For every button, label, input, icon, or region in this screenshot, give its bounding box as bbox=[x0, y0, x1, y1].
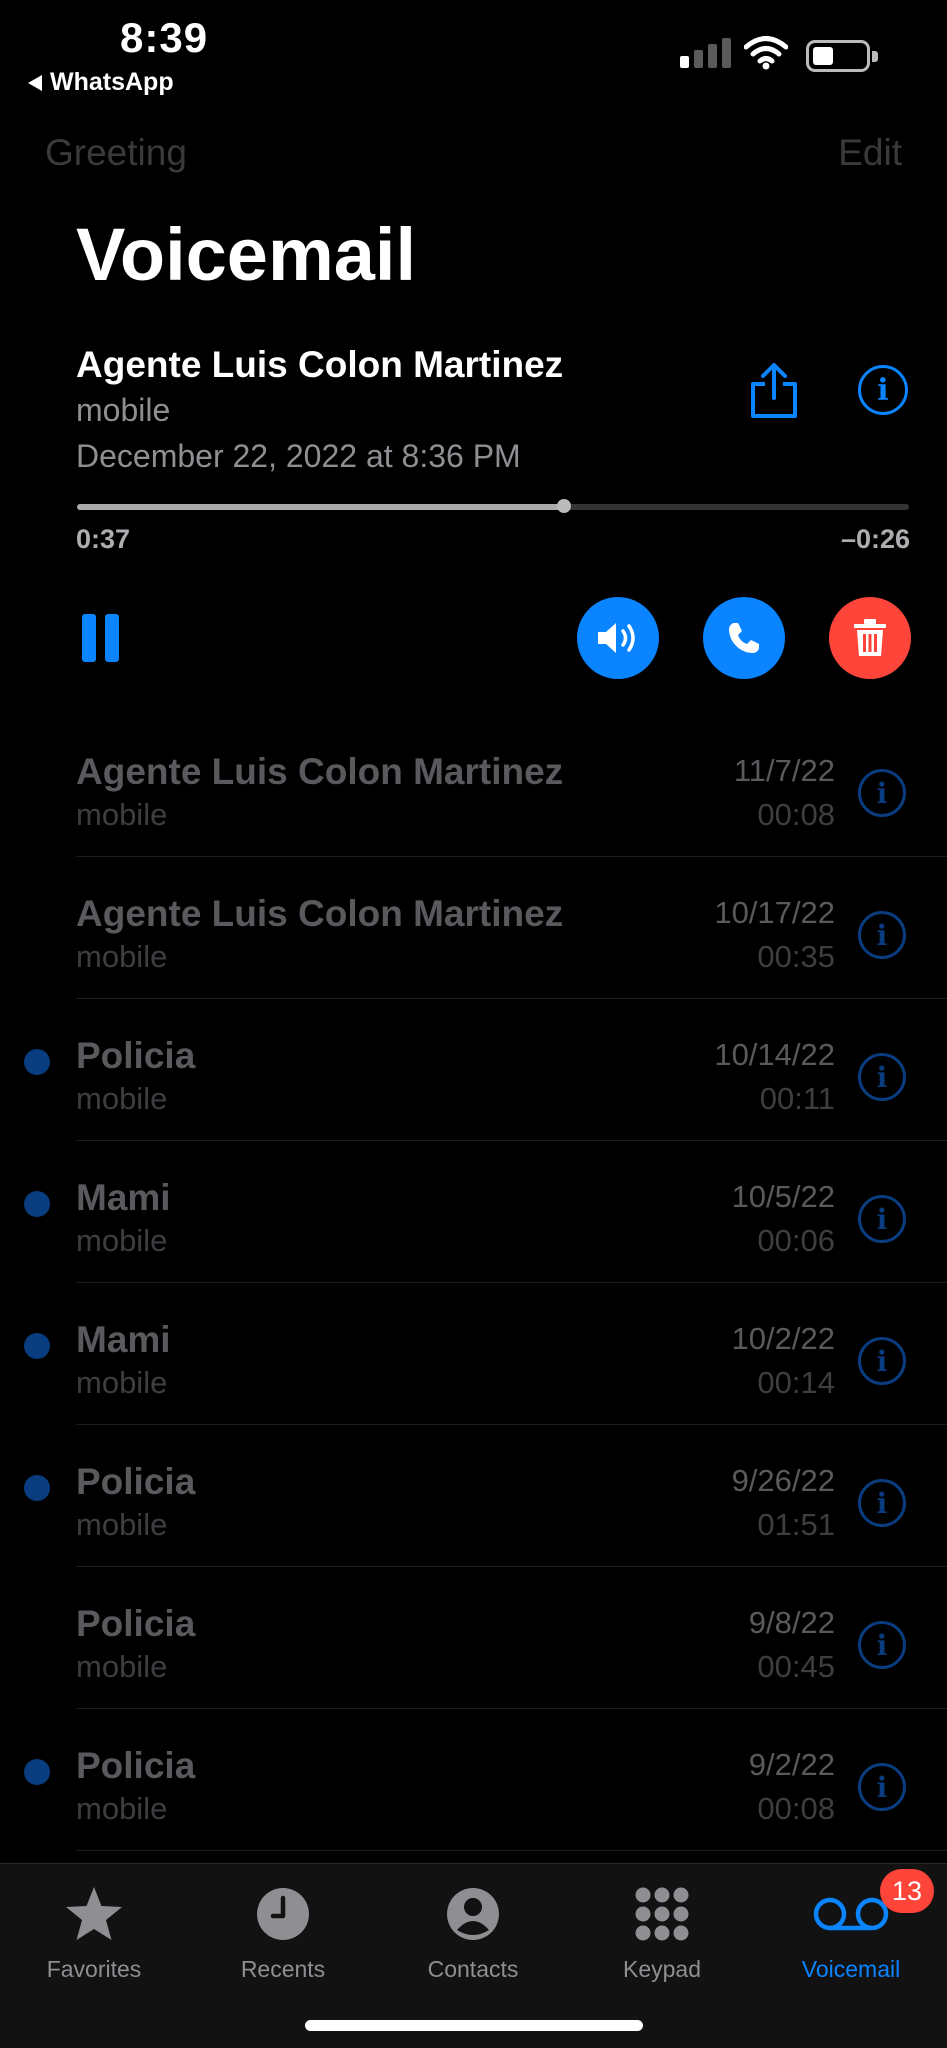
row-name: Mami bbox=[76, 1177, 171, 1218]
wifi-icon bbox=[744, 36, 788, 70]
row-date: 9/8/22 bbox=[748, 1605, 835, 1640]
voicemail-row[interactable]: Mami mobile 10/2/22 00:14 i bbox=[0, 1283, 947, 1425]
share-icon[interactable] bbox=[746, 362, 802, 420]
remaining-time: –0:26 bbox=[840, 524, 910, 554]
row-date: 10/17/22 bbox=[714, 895, 835, 930]
row-type: mobile bbox=[76, 797, 168, 832]
row-type: mobile bbox=[76, 1223, 168, 1258]
back-arrow-icon bbox=[28, 74, 42, 91]
row-date: 10/5/22 bbox=[731, 1179, 835, 1214]
playback-scrubber[interactable] bbox=[77, 499, 909, 513]
home-indicator[interactable] bbox=[305, 2020, 643, 2031]
row-name: Agente Luis Colon Martinez bbox=[76, 751, 564, 792]
row-type: mobile bbox=[76, 1791, 168, 1826]
row-duration: 01:51 bbox=[757, 1507, 835, 1542]
info-icon[interactable]: i bbox=[858, 769, 906, 817]
row-type: mobile bbox=[76, 939, 168, 974]
row-date: 10/2/22 bbox=[731, 1321, 835, 1356]
speaker-button[interactable] bbox=[577, 597, 659, 679]
row-duration: 00:11 bbox=[759, 1081, 835, 1116]
voicemail-row[interactable]: Policia mobile 9/26/22 01:51 i bbox=[0, 1425, 947, 1567]
tab-label: Favorites bbox=[46, 1956, 142, 1982]
unread-dot bbox=[24, 1191, 50, 1217]
info-icon[interactable]: i bbox=[858, 1763, 906, 1811]
row-date: 9/26/22 bbox=[731, 1463, 835, 1498]
voicemail-row[interactable]: Policia mobile 9/2/22 00:08 i bbox=[0, 1709, 947, 1851]
scrubber-thumb[interactable] bbox=[556, 499, 571, 513]
row-type: mobile bbox=[76, 1081, 168, 1116]
unread-dot bbox=[24, 1049, 50, 1075]
tab-label: Contacts bbox=[427, 1956, 519, 1982]
voicemail-row[interactable]: Policia mobile 10/14/22 00:11 i bbox=[0, 999, 947, 1141]
keypad-icon bbox=[635, 1887, 689, 1941]
row-name: Agente Luis Colon Martinez bbox=[76, 893, 564, 934]
current-voicemail-type: mobile bbox=[76, 392, 171, 428]
info-icon[interactable]: i bbox=[858, 1195, 906, 1243]
voicemail-row[interactable]: Mami mobile 10/5/22 00:06 i bbox=[0, 1141, 947, 1283]
tab-favorites[interactable]: Favorites bbox=[19, 1880, 169, 1983]
back-to-app-button[interactable]: WhatsApp bbox=[28, 68, 174, 97]
current-voicemail-date: December 22, 2022 at 8:36 PM bbox=[76, 438, 521, 474]
row-duration: 00:06 bbox=[757, 1223, 835, 1258]
page-title: Voicemail bbox=[76, 213, 417, 296]
speaker-icon bbox=[598, 623, 635, 653]
elapsed-time: 0:37 bbox=[76, 524, 131, 554]
cellular-signal-icon bbox=[680, 38, 731, 68]
voicemail-badge: 13 bbox=[880, 1869, 934, 1913]
trash-icon bbox=[854, 619, 886, 656]
current-voicemail-name: Agente Luis Colon Martinez bbox=[76, 344, 564, 385]
pause-icon bbox=[82, 614, 96, 662]
phone-icon bbox=[729, 623, 759, 653]
greeting-button[interactable]: Greeting bbox=[45, 132, 187, 174]
unread-dot bbox=[24, 1333, 50, 1359]
edit-button[interactable]: Edit bbox=[838, 132, 902, 174]
row-duration: 00:45 bbox=[757, 1649, 835, 1684]
row-type: mobile bbox=[76, 1507, 168, 1542]
unread-dot bbox=[24, 1759, 50, 1785]
call-back-button[interactable] bbox=[703, 597, 785, 679]
info-icon[interactable]: i bbox=[858, 911, 906, 959]
voicemail-icon bbox=[813, 1897, 889, 1931]
info-icon[interactable]: i bbox=[858, 1621, 906, 1669]
delete-button[interactable] bbox=[829, 597, 911, 679]
voicemail-screen: 8:39 WhatsApp Greeting Edit Voicemail Ag… bbox=[0, 0, 947, 2048]
row-name: Policia bbox=[76, 1603, 196, 1644]
row-date: 11/7/22 bbox=[733, 753, 835, 788]
pause-button[interactable] bbox=[82, 614, 120, 662]
tab-contacts[interactable]: Contacts bbox=[398, 1880, 548, 1983]
row-name: Policia bbox=[76, 1461, 196, 1502]
tab-label: Keypad bbox=[622, 1956, 701, 1982]
info-icon[interactable]: i bbox=[858, 1337, 906, 1385]
row-name: Mami bbox=[76, 1319, 171, 1360]
row-name: Policia bbox=[76, 1035, 196, 1076]
tab-label: Recents bbox=[240, 1956, 326, 1982]
voicemail-row[interactable]: Agente Luis Colon Martinez mobile 10/17/… bbox=[0, 857, 947, 999]
row-date: 10/14/22 bbox=[714, 1037, 835, 1072]
tab-recents[interactable]: Recents bbox=[208, 1880, 358, 1983]
row-duration: 00:08 bbox=[757, 1791, 835, 1826]
info-icon[interactable]: i bbox=[858, 1479, 906, 1527]
row-duration: 00:08 bbox=[757, 797, 835, 832]
star-icon bbox=[66, 1887, 122, 1940]
row-duration: 00:35 bbox=[757, 939, 835, 974]
row-duration: 00:14 bbox=[757, 1365, 835, 1400]
info-icon[interactable]: i bbox=[858, 1053, 906, 1101]
back-app-label: WhatsApp bbox=[50, 68, 174, 96]
status-time: 8:39 bbox=[120, 14, 209, 61]
person-circle-icon bbox=[447, 1888, 499, 1940]
info-icon[interactable]: i bbox=[858, 365, 908, 415]
tab-label: Voicemail bbox=[801, 1956, 901, 1982]
battery-icon bbox=[806, 40, 878, 72]
row-date: 9/2/22 bbox=[748, 1747, 835, 1782]
row-name: Policia bbox=[76, 1745, 196, 1786]
voicemail-row[interactable]: Agente Luis Colon Martinez mobile 11/7/2… bbox=[0, 715, 947, 857]
row-type: mobile bbox=[76, 1365, 168, 1400]
tab-keypad[interactable]: Keypad bbox=[587, 1880, 737, 1983]
row-type: mobile bbox=[76, 1649, 168, 1684]
unread-dot bbox=[24, 1475, 50, 1501]
playback-progress bbox=[77, 504, 564, 510]
voicemail-row[interactable]: Policia mobile 9/8/22 00:45 i bbox=[0, 1567, 947, 1709]
clock-icon bbox=[257, 1888, 309, 1940]
